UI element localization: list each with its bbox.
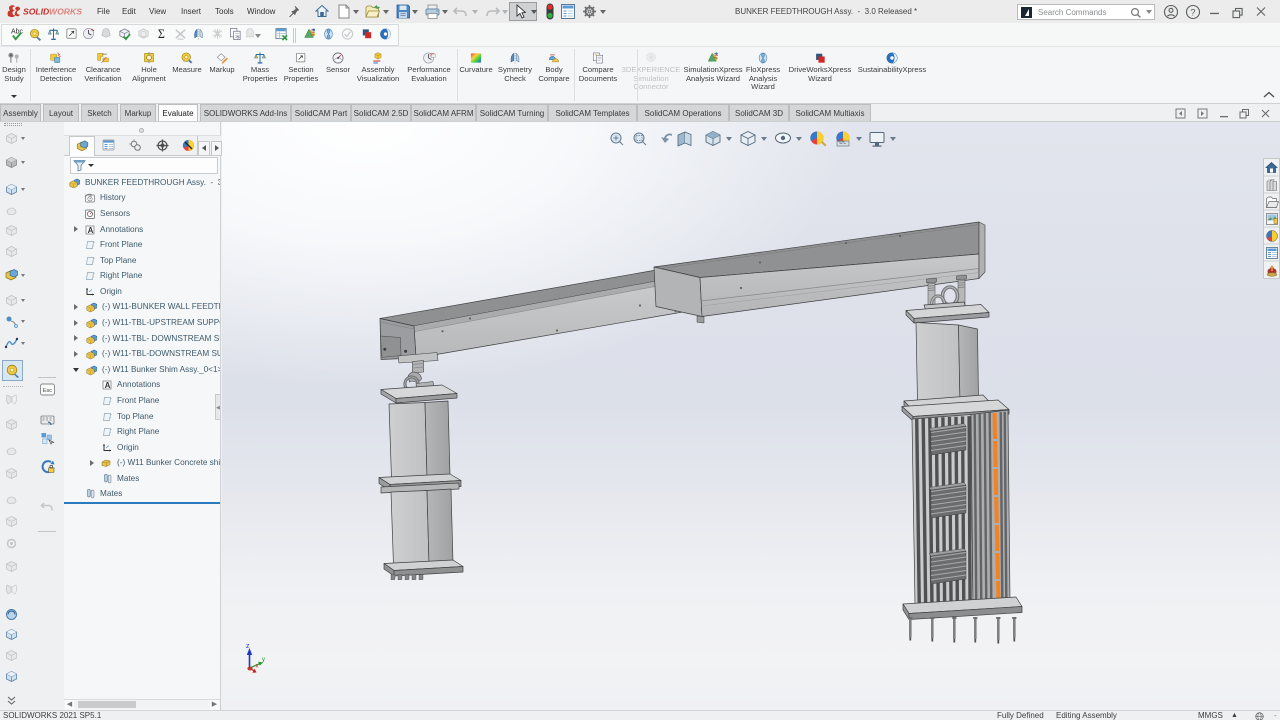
svg-text:SOLID: SOLID	[23, 7, 49, 17]
svg-text:x: x	[256, 664, 259, 670]
svg-text:Abc: Abc	[11, 29, 24, 36]
svg-text:?: ?	[1190, 7, 1195, 18]
svg-text:A: A	[105, 381, 111, 390]
svg-text:?: ?	[236, 36, 239, 42]
svg-text:y: y	[262, 657, 265, 663]
svg-text:Σ: Σ	[158, 27, 165, 41]
svg-text:WORKS: WORKS	[49, 7, 82, 17]
svg-text:Esc: Esc	[43, 388, 52, 394]
svg-text:A: A	[88, 226, 94, 235]
